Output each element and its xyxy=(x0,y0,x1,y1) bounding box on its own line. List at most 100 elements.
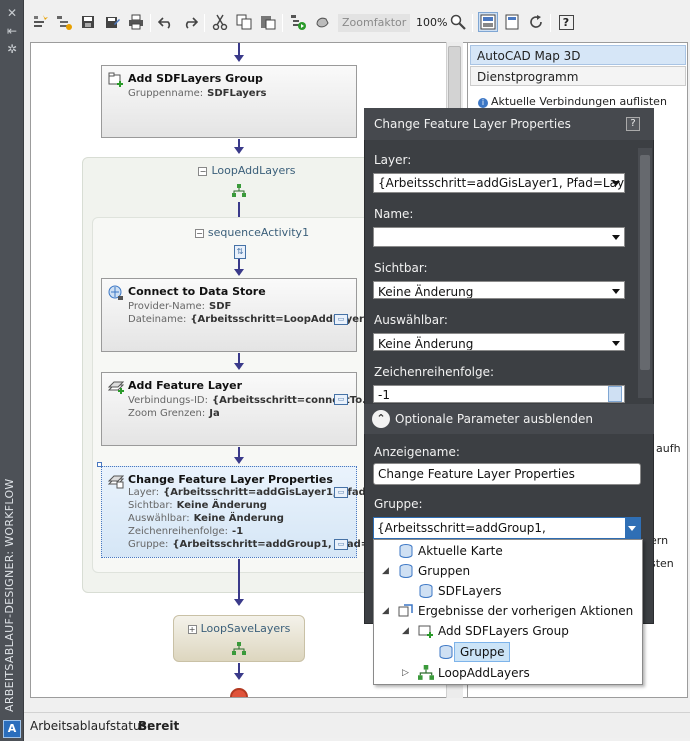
selection-handle[interactable] xyxy=(97,462,102,467)
auswaehlbar-select[interactable]: Keine Änderung xyxy=(373,333,625,351)
paste-icon[interactable] xyxy=(258,12,278,32)
gruppe-tree-dropdown[interactable]: Aktuelle Karte ◢ Gruppen SDFLayers ◢ Erg… xyxy=(373,539,643,685)
chevron-down-icon xyxy=(612,181,620,186)
anzeigename-label: Anzeigename: xyxy=(374,445,460,459)
activity-change-feature-layer[interactable]: Change Feature Layer Properties Layer: {A… xyxy=(97,462,386,558)
activity-add-sdflayers-group[interactable]: Add SDFLayers Group Gruppenname: SDFLayer… xyxy=(101,65,357,138)
new-sequence-icon[interactable] xyxy=(54,12,74,32)
activity-connect-data-store[interactable]: Connect to Data Store Provider-Name: SDF … xyxy=(101,278,381,352)
sequence-icon: ⇅ xyxy=(234,245,246,259)
chevron-down-icon xyxy=(612,289,620,294)
run-workflow-icon[interactable] xyxy=(288,12,308,32)
list-item[interactable]: i Aktuelle Verbindungen auflisten xyxy=(478,95,667,108)
name-select[interactable] xyxy=(373,227,625,247)
collapse-icon[interactable]: − xyxy=(198,167,208,176)
name-label: Name: xyxy=(374,207,414,221)
toggle-panel-icon[interactable] xyxy=(502,12,522,32)
expanded-icon[interactable]: ◢ xyxy=(382,602,389,620)
chevron-down-icon xyxy=(628,526,636,531)
expand-icon[interactable]: + xyxy=(187,625,197,634)
tab-dienstprogramm[interactable]: Dienstprogramm xyxy=(470,66,686,86)
palette-title-bar: ✕ ⇤ ✲ ARBEITSABLAUF-DESIGNER: WORKFLOW xyxy=(0,0,24,741)
activity-prop: Auswählbar: Keine Änderung xyxy=(128,513,284,524)
activity-prop: Zoom Grenzen: Ja xyxy=(128,408,220,419)
loop-icon xyxy=(232,184,246,197)
properties-icon[interactable]: ✲ xyxy=(4,42,20,56)
activity-add-feature-layer[interactable]: Add Feature Layer Verbindungs-ID: {Arbeit… xyxy=(101,372,373,446)
toggle-designer-icon[interactable] xyxy=(478,12,498,32)
collapsed-icon[interactable]: ▷ xyxy=(402,664,409,682)
expanded-icon[interactable]: ◢ xyxy=(382,562,389,580)
database-icon xyxy=(399,564,413,578)
loop-icon xyxy=(232,642,246,655)
change-layer-icon xyxy=(108,475,124,489)
chevron-up-icon[interactable]: ⌃ xyxy=(372,410,390,428)
help-icon[interactable]: ? xyxy=(556,12,576,32)
gruppe-dropdown-button[interactable] xyxy=(625,518,640,538)
cut-icon[interactable] xyxy=(210,12,230,32)
close-icon[interactable]: ✕ xyxy=(4,6,20,20)
anzeigename-field[interactable]: Change Feature Layer Properties xyxy=(373,463,641,485)
auswaehlbar-label: Auswählbar: xyxy=(374,313,448,327)
expanded-icon[interactable]: ◢ xyxy=(402,622,409,640)
autocad-logo-icon: A xyxy=(3,720,21,738)
activity-title: Add Feature Layer xyxy=(128,379,242,392)
gruppe-combo[interactable]: {Arbeitsschritt=addGroup1, Pfad=GroupNam… xyxy=(373,517,641,555)
sichtbar-select[interactable]: Keine Änderung xyxy=(373,281,625,299)
connect-datastore-icon xyxy=(108,285,123,300)
activity-prop: Gruppenname: SDFLayers xyxy=(128,88,267,99)
chevron-down-icon xyxy=(612,341,620,346)
zeichenreihenfolge-input[interactable]: -1 xyxy=(373,385,625,403)
status-bar: Arbeitsablaufstatus: Bereit xyxy=(24,712,690,738)
status-value: Bereit xyxy=(138,719,180,733)
copy-icon[interactable] xyxy=(234,12,254,32)
binding-picker-icon[interactable]: ▭ xyxy=(334,539,348,550)
tab-autocad-map[interactable]: AutoCAD Map 3D xyxy=(470,45,686,65)
loop-icon xyxy=(418,665,434,680)
loop-header: − LoopAddLayers xyxy=(198,164,296,177)
help-icon[interactable]: ? xyxy=(626,117,640,131)
activity-prop: Sichtbar: Keine Änderung xyxy=(128,500,267,511)
binding-picker-icon[interactable]: ▭ xyxy=(334,487,348,498)
loop-save-layers[interactable]: + LoopSaveLayers xyxy=(173,615,305,662)
sichtbar-label: Sichtbar: xyxy=(374,261,428,275)
activity-title: Add SDFLayers Group xyxy=(128,72,263,85)
activity-prop: Zeichenreihenfolge: -1 xyxy=(128,526,244,537)
binding-picker-icon[interactable]: ▭ xyxy=(334,394,348,405)
feature-layer-icon xyxy=(108,381,124,394)
results-icon xyxy=(398,604,413,617)
database-icon xyxy=(439,645,453,659)
zoom-icon[interactable] xyxy=(448,12,468,32)
dialog-scroll-thumb[interactable] xyxy=(640,155,650,370)
undo-icon[interactable] xyxy=(156,12,176,32)
database-icon xyxy=(399,544,413,558)
partial-text: aufh xyxy=(656,442,681,455)
activity-prop: Provider-Name: SDF xyxy=(128,301,232,312)
pan-icon[interactable] xyxy=(312,12,332,32)
save-icon[interactable] xyxy=(78,12,98,32)
new-workflow-icon[interactable] xyxy=(30,12,50,32)
zoom-input[interactable]: Zoomfaktor xyxy=(338,14,410,32)
layer-label: Layer: xyxy=(374,153,412,167)
autohide-icon[interactable]: ⇤ xyxy=(4,24,20,38)
save-as-icon[interactable] xyxy=(102,12,122,32)
gruppe-label: Gruppe: xyxy=(374,497,423,511)
binding-picker-icon[interactable]: ▭ xyxy=(334,314,348,325)
redo-icon[interactable] xyxy=(180,12,200,32)
chevron-down-icon xyxy=(612,235,620,240)
collapse-icon[interactable]: − xyxy=(194,229,204,238)
status-label: Arbeitsablaufstatus: xyxy=(30,719,151,733)
refresh-icon[interactable] xyxy=(526,12,546,32)
spinner-icon[interactable] xyxy=(608,386,622,402)
add-group-icon xyxy=(108,72,123,87)
activity-title: Change Feature Layer Properties xyxy=(128,473,333,486)
optional-params-toggle[interactable]: Optionale Parameter ausblenden xyxy=(395,412,593,426)
zeichenreihenfolge-label: Zeichenreihenfolge: xyxy=(374,365,495,379)
print-icon[interactable] xyxy=(126,12,146,32)
loop-header: + LoopSaveLayers xyxy=(187,622,291,635)
dialog-title: Change Feature Layer Properties xyxy=(374,117,571,131)
zoom-percent: 100% xyxy=(416,16,448,29)
toolbar: Zoomfaktor 100% ? xyxy=(24,6,690,40)
layer-select[interactable]: {Arbeitsschritt=addGisLayer1, Pfad=Layer… xyxy=(373,173,625,193)
end-icon xyxy=(230,688,248,697)
